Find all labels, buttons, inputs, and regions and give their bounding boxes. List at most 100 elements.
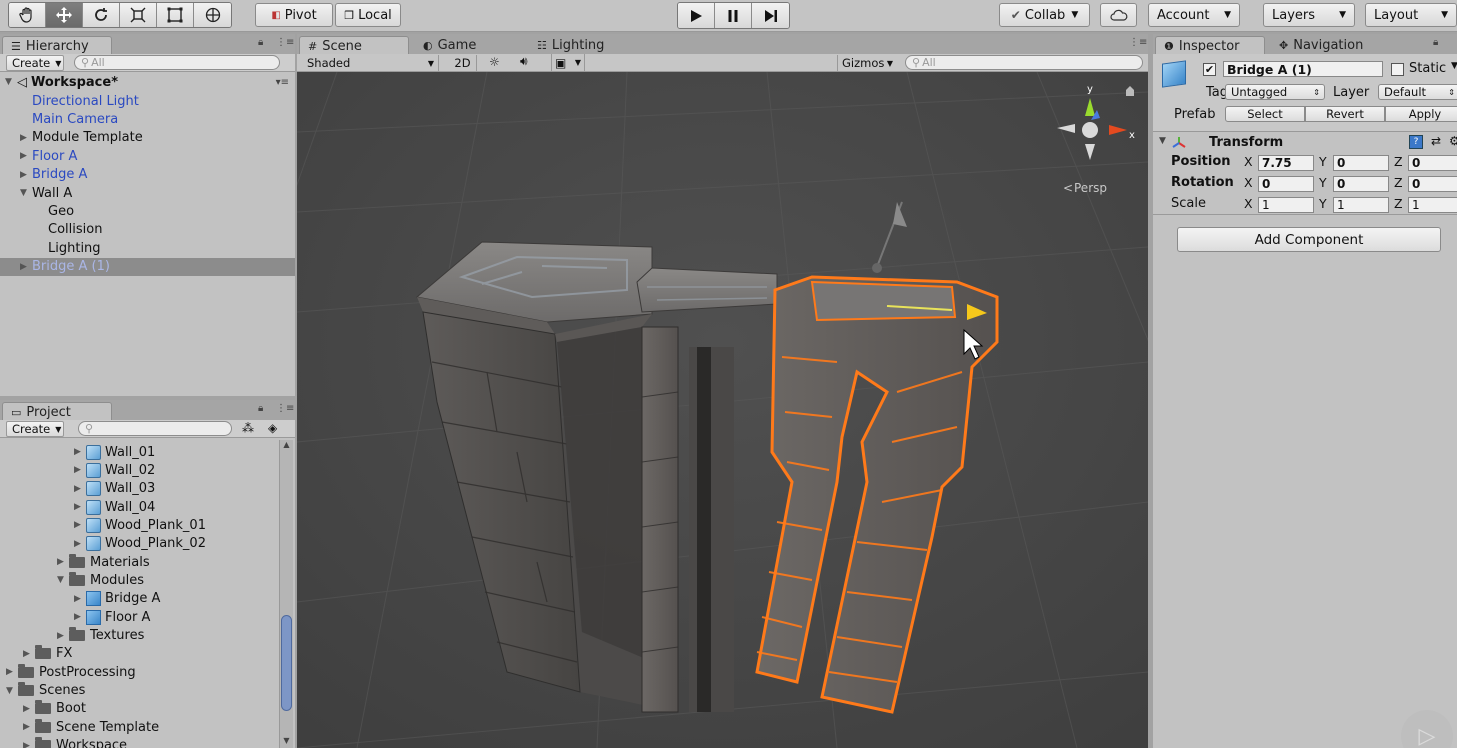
scroll-down-icon[interactable]: ▼	[280, 736, 293, 748]
active-checkbox[interactable]: ✔	[1203, 63, 1216, 76]
collab-dropdown[interactable]: ✔ Collab ▼	[999, 3, 1090, 27]
project-item[interactable]: ▶ Scene Template	[23, 718, 159, 736]
tab-project[interactable]: ▭ Project	[2, 402, 112, 421]
panel-menu-icon[interactable]: ⋮≡	[276, 37, 294, 48]
expand-arrow-icon[interactable]: ▶	[74, 612, 86, 622]
position-z-input[interactable]: 0	[1408, 155, 1457, 171]
project-item[interactable]: ▶ FX	[23, 645, 72, 663]
scale-x-input[interactable]: 1	[1258, 197, 1314, 213]
project-item[interactable]: ▶ Boot	[23, 700, 86, 718]
prefab-apply-button[interactable]: Apply	[1385, 106, 1457, 122]
expand-arrow-icon[interactable]: ▶	[57, 631, 69, 641]
axis-label-x[interactable]: X	[1244, 154, 1253, 169]
expand-arrow-icon[interactable]: ▶	[74, 594, 86, 604]
expand-arrow-icon[interactable]: ▶	[23, 741, 35, 748]
expand-arrow-icon[interactable]: ▶	[23, 722, 35, 732]
prefab-select-button[interactable]: Select	[1225, 106, 1305, 122]
rotation-z-input[interactable]: 0	[1408, 176, 1457, 192]
static-checkbox[interactable]	[1391, 63, 1404, 76]
scene-root-row[interactable]: ▼ ◁ Workspace* ▾≡	[0, 73, 295, 91]
toggle-2d-button[interactable]: 2D	[449, 55, 477, 71]
project-item[interactable]: ▶ PostProcessing	[6, 663, 136, 681]
expand-arrow-icon[interactable]: ▶	[20, 151, 32, 161]
scene-menu-icon[interactable]: ▾≡	[276, 77, 289, 88]
axis-label-x[interactable]: X	[1244, 175, 1253, 190]
tag-dropdown[interactable]: Untagged ⇕	[1225, 84, 1325, 100]
move-tool-button[interactable]	[46, 3, 83, 27]
gizmos-dropdown[interactable]: Gizmos ▼	[837, 55, 897, 71]
panel-menu-icon[interactable]: ⋮≡	[1129, 37, 1147, 48]
hierarchy-item[interactable]: Collision	[0, 221, 295, 239]
position-y-input[interactable]: 0	[1333, 155, 1389, 171]
projection-toggle[interactable]: < Persp	[1063, 181, 1107, 195]
scene-lighting-toggle-icon[interactable]: ☼	[489, 55, 500, 69]
expand-arrow-icon[interactable]: ▶	[74, 502, 86, 512]
project-item[interactable]: ▶ Materials	[57, 553, 150, 571]
project-create-button[interactable]: Create ▼	[6, 421, 64, 437]
effects-dropdown[interactable]: ▣ ▼	[551, 54, 585, 71]
project-item[interactable]: ▶ Wall_04	[74, 498, 155, 516]
project-item[interactable]: ▶ Bridge A	[74, 590, 160, 608]
rect-tool-button[interactable]	[157, 3, 194, 27]
object-name-input[interactable]: Bridge A (1)	[1223, 61, 1383, 77]
hierarchy-item[interactable]: ▶ Bridge A (1)	[0, 257, 295, 276]
project-search-input[interactable]: ⚲	[78, 421, 232, 436]
expand-arrow-icon[interactable]: ▶	[74, 539, 86, 549]
axis-label-x[interactable]: X	[1244, 196, 1253, 211]
hierarchy-item[interactable]: Geo	[0, 202, 295, 220]
project-item[interactable]: ▶ Textures	[57, 627, 144, 645]
project-item[interactable]: ▶ Wall_03	[74, 480, 155, 498]
project-item[interactable]: ▶ Workspace	[23, 737, 127, 748]
tab-scene[interactable]: # Scene	[299, 36, 409, 55]
preset-sliders-icon[interactable]: ⇄	[1431, 134, 1441, 148]
hierarchy-item[interactable]: ▼ Wall A	[0, 184, 295, 202]
static-dropdown-arrow-icon[interactable]: ▼	[1451, 61, 1457, 71]
tab-navigation[interactable]: ✥ Navigation	[1271, 36, 1371, 55]
expand-arrow-icon[interactable]: ▶	[23, 704, 35, 714]
account-dropdown[interactable]: Account ▼	[1148, 3, 1240, 27]
scene-search-input[interactable]: ⚲ All	[905, 55, 1143, 70]
project-item[interactable]: ▶ Wall_02	[74, 461, 155, 479]
expand-arrow-icon[interactable]: ▼	[20, 188, 32, 198]
expand-arrow-icon[interactable]: ▶	[23, 649, 35, 659]
scroll-thumb[interactable]	[281, 615, 292, 711]
axis-label-z[interactable]: Z	[1394, 175, 1403, 190]
expand-arrow-icon[interactable]: ▼	[6, 686, 18, 696]
expand-arrow-icon[interactable]: ▶	[6, 667, 18, 677]
project-item[interactable]: ▶ Wall_01	[74, 443, 155, 461]
hierarchy-item[interactable]: Main Camera	[0, 110, 295, 128]
lock-icon[interactable]: 🔒︎	[258, 403, 263, 414]
expand-arrow-icon[interactable]: ▼	[5, 77, 17, 87]
project-scrollbar[interactable]: ▲ ▼	[279, 440, 293, 748]
axis-label-z[interactable]: Z	[1394, 154, 1403, 169]
expand-arrow-icon[interactable]: ▶	[74, 465, 86, 475]
layers-dropdown[interactable]: Layers ▼	[1263, 3, 1355, 27]
hierarchy-item[interactable]: ▶ Module Template	[0, 129, 295, 147]
project-item[interactable]: ▼ Modules	[57, 571, 144, 589]
tab-game[interactable]: ◐ Game	[415, 36, 484, 55]
step-button[interactable]	[752, 3, 789, 28]
expand-arrow-icon[interactable]: ▶	[74, 447, 86, 457]
lock-icon[interactable]: 🔒︎	[258, 37, 263, 48]
prefab-revert-button[interactable]: Revert	[1305, 106, 1385, 122]
filter-by-label-icon[interactable]: ◈	[268, 421, 277, 435]
project-item[interactable]: ▶ Wood_Plank_01	[74, 516, 206, 534]
rotation-y-input[interactable]: 0	[1333, 176, 1389, 192]
scene-viewport[interactable]: y x < Persp	[297, 71, 1148, 748]
settings-gear-icon[interactable]: ⚙	[1449, 134, 1457, 148]
hierarchy-create-button[interactable]: Create ▼	[6, 55, 64, 71]
axis-label-y[interactable]: Y	[1319, 154, 1327, 169]
axis-label-y[interactable]: Y	[1319, 175, 1327, 190]
tab-hierarchy[interactable]: ☰ Hierarchy	[2, 36, 112, 55]
hierarchy-item[interactable]: ▶ Bridge A	[0, 166, 295, 184]
expand-arrow-icon[interactable]: ▶	[74, 520, 86, 530]
help-book-icon[interactable]: ?	[1409, 135, 1423, 149]
expand-arrow-icon[interactable]: ▶	[20, 170, 32, 180]
scale-y-input[interactable]: 1	[1333, 197, 1389, 213]
filter-by-type-icon[interactable]: ⁂	[242, 421, 254, 435]
lock-icon[interactable]: 🔒︎	[1433, 37, 1438, 48]
expand-arrow-icon[interactable]: ▼	[57, 575, 69, 585]
scale-tool-button[interactable]	[120, 3, 157, 27]
hierarchy-item[interactable]: Directional Light	[0, 92, 295, 110]
project-item[interactable]: ▶ Wood_Plank_02	[74, 535, 206, 553]
